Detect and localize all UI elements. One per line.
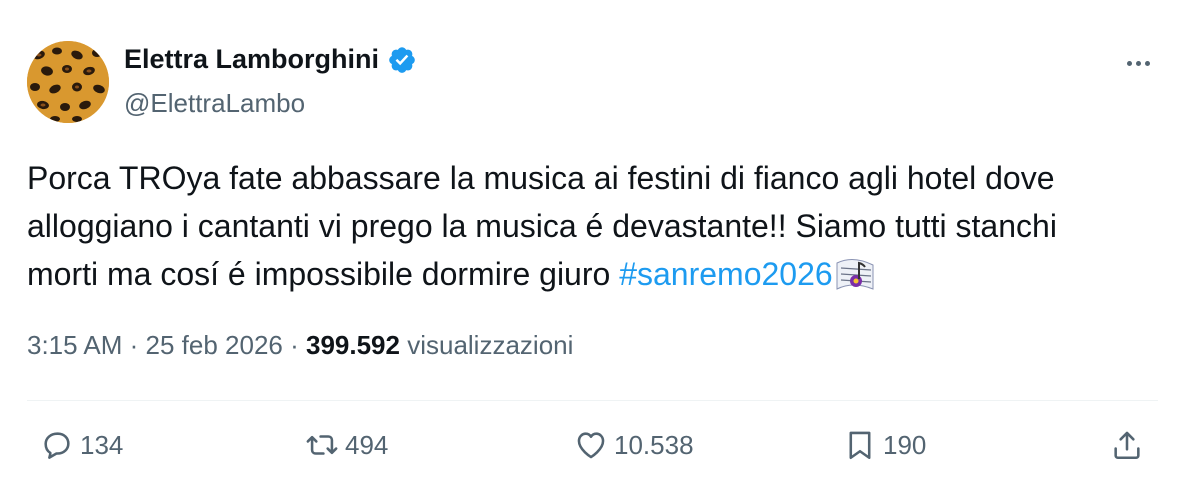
- heart-icon: [577, 432, 605, 459]
- author-display-name[interactable]: Elettra Lamborghini: [124, 44, 379, 75]
- tweet-text-line: alloggiano i cantanti vi prego la musica…: [27, 208, 1057, 244]
- meta-separator: ·: [282, 330, 306, 360]
- tweet-meta: 3:15 AM · 25 feb 2026 · 399.592 visualiz…: [27, 330, 573, 361]
- reply-button[interactable]: 134: [40, 428, 123, 462]
- avatar[interactable]: [27, 41, 109, 123]
- tweet-text: Porca TROya fate abbassare la musica ai …: [27, 154, 1167, 298]
- tweet-time[interactable]: 3:15 AM: [27, 330, 122, 360]
- tweet-card: Elettra Lamborghini @ElettraLambo Porca …: [0, 0, 1177, 492]
- share-button[interactable]: [1110, 428, 1144, 462]
- views-count[interactable]: 399.592: [306, 330, 400, 360]
- tweet-text-line: morti ma cosí é impossibile dormire giur…: [27, 256, 620, 292]
- actions-divider: [27, 400, 1158, 401]
- share-icon: [1114, 431, 1140, 460]
- like-button[interactable]: 10.538: [574, 428, 694, 462]
- bookmark-count: 190: [883, 429, 927, 460]
- retweet-button[interactable]: 494: [305, 428, 388, 462]
- author-name-row: Elettra Lamborghini: [124, 44, 417, 75]
- action-bar: 134 494 10.538 190: [0, 420, 1177, 476]
- bookmark-button[interactable]: 190: [843, 428, 926, 462]
- verified-badge-icon: [389, 46, 415, 73]
- tweet-text-line: Porca TROya fate abbassare la musica ai …: [27, 160, 1055, 196]
- sanremo-emoji-icon: [836, 259, 874, 290]
- reply-icon: [44, 432, 70, 459]
- hashtag-link[interactable]: #sanremo2026: [619, 256, 832, 292]
- tweet-text-line-last: morti ma cosí é impossibile dormire giur…: [27, 250, 1167, 298]
- author-handle[interactable]: @ElettraLambo: [124, 88, 305, 119]
- retweet-icon: [306, 435, 338, 455]
- reply-count: 134: [80, 429, 124, 460]
- views-label: visualizzazioni: [407, 330, 574, 360]
- more-dot: [1144, 60, 1150, 66]
- more-options-icon[interactable]: [1118, 50, 1158, 76]
- like-count: 10.538: [614, 429, 694, 460]
- tweet-date[interactable]: 25 feb 2026: [146, 330, 283, 360]
- leopard-avatar-icon: [27, 41, 109, 123]
- more-dot: [1135, 60, 1141, 66]
- bookmark-icon: [849, 431, 871, 460]
- meta-separator: ·: [122, 330, 146, 360]
- retweet-count: 494: [345, 429, 389, 460]
- more-dot: [1126, 60, 1132, 66]
